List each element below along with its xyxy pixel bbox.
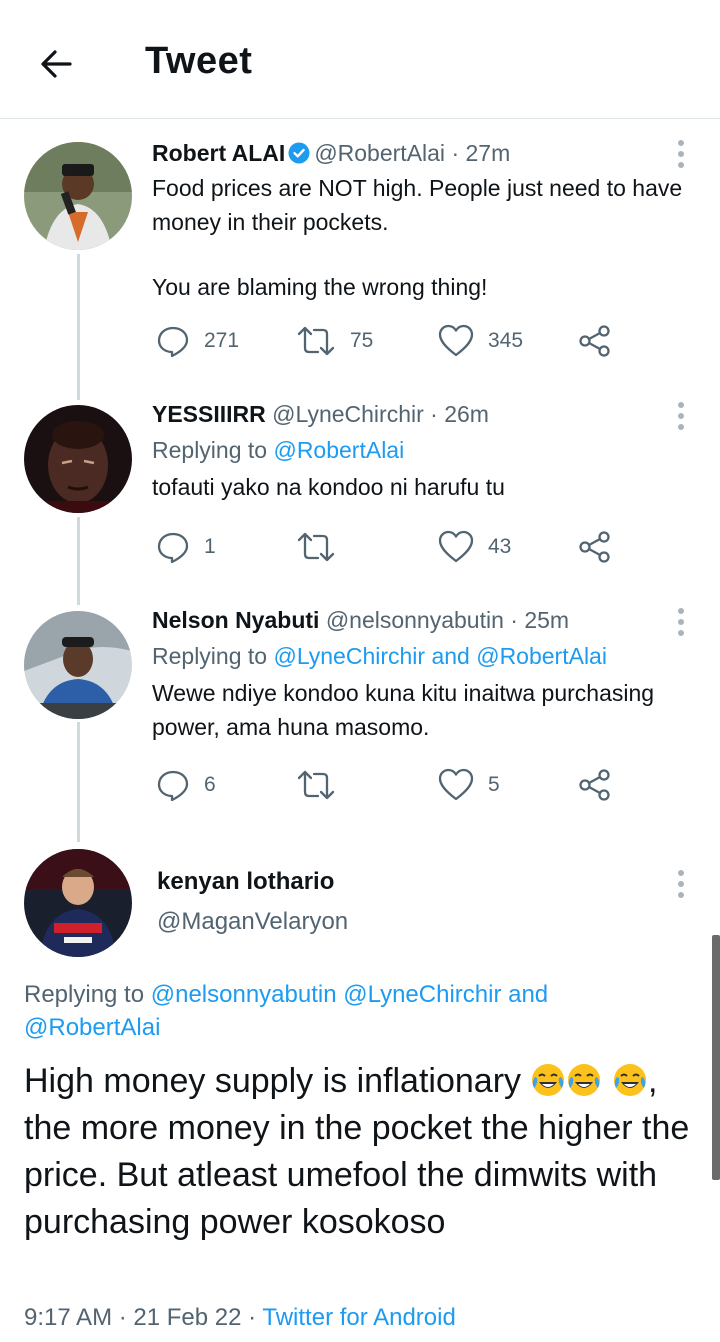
replying-to: Replying to @LyneChirchir and @RobertAla… — [152, 642, 692, 670]
tweet-text: Wewe ndiye kondoo kuna kitu inaitwa purc… — [152, 676, 692, 744]
tweet-text-part: High money supply is inflationary — [24, 1062, 522, 1100]
arrow-left-icon[interactable] — [36, 44, 76, 84]
reply-button[interactable]: 271 — [156, 321, 239, 361]
retweet-icon — [297, 532, 335, 562]
face-with-tears-of-joy-icon — [532, 1064, 565, 1096]
like-button[interactable]: 345 — [438, 321, 523, 361]
author-name[interactable]: YESSIIIRR — [152, 401, 266, 427]
tweet-actions: 6 5 — [156, 765, 636, 805]
author-handle[interactable]: @LyneChirchir — [272, 401, 424, 427]
more-options-icon[interactable] — [676, 608, 686, 638]
like-button[interactable]: 5 — [438, 765, 500, 805]
thread-connector — [77, 722, 80, 842]
replying-to-label: Replying to — [152, 437, 268, 463]
more-options-icon[interactable] — [676, 140, 686, 170]
reply-button[interactable]: 6 — [156, 765, 216, 805]
tweet-paragraph: Wewe ndiye kondoo kuna kitu inaitwa purc… — [152, 680, 655, 740]
retweet-button[interactable]: 75 — [296, 321, 373, 361]
author-handle[interactable]: @nelsonnyabutin — [326, 607, 504, 633]
scrollbar[interactable] — [712, 935, 720, 1180]
share-icon — [579, 531, 610, 563]
tweet-paragraph: Food prices are NOT high. People just ne… — [152, 175, 683, 235]
retweet-button[interactable] — [296, 765, 350, 805]
more-options-icon[interactable] — [676, 402, 686, 432]
timestamp: · 27m — [451, 140, 511, 166]
top-bar: Tweet — [0, 0, 720, 119]
like-count: 5 — [488, 773, 500, 796]
timestamp: · 25m — [510, 607, 570, 633]
face-with-tears-of-joy-icon — [568, 1064, 601, 1096]
reply-icon — [157, 532, 189, 564]
reply-button[interactable]: 1 — [156, 527, 216, 567]
author-handle[interactable]: @MaganVelaryon — [157, 908, 348, 936]
replying-to-label: Replying to — [152, 643, 268, 669]
tweet-date: 21 Feb 22 — [133, 1304, 242, 1331]
author-name[interactable]: Nelson Nyabuti — [152, 607, 319, 633]
tweet-actions: 271 75 345 — [156, 321, 636, 361]
tweet-text: High money supply is inflationary , the … — [24, 1058, 704, 1246]
replying-to: Replying to @RobertAlai — [152, 436, 692, 464]
replying-to-link[interactable]: @RobertAlai — [273, 437, 404, 463]
verified-badge-icon — [288, 142, 310, 164]
avatar[interactable] — [24, 405, 132, 513]
share-icon — [579, 769, 610, 801]
reply-icon — [157, 770, 189, 802]
share-button[interactable] — [578, 321, 626, 361]
face-with-tears-of-joy-icon — [613, 1064, 646, 1096]
tweet[interactable]: YESSIIIRR @LyneChirchir · 26m Replying t… — [152, 400, 692, 504]
reply-icon — [157, 326, 189, 358]
tweet-actions: 1 43 — [156, 527, 636, 567]
tweet[interactable]: Nelson Nyabuti @nelsonnyabutin · 25m Rep… — [152, 606, 692, 744]
tweet-paragraph: tofauti yako na kondoo ni harufu tu — [152, 474, 505, 500]
avatar[interactable] — [24, 849, 132, 957]
heart-icon — [438, 324, 474, 357]
reply-count: 6 — [204, 773, 216, 796]
share-button[interactable] — [578, 765, 626, 805]
reply-count: 271 — [204, 329, 240, 352]
tweet-time: 9:17 AM — [24, 1304, 113, 1331]
retweet-count: 75 — [350, 329, 374, 352]
page-title: Tweet — [145, 40, 253, 82]
share-button[interactable] — [578, 527, 626, 567]
tweet-text: Food prices are NOT high. People just ne… — [152, 171, 692, 304]
like-count: 345 — [488, 329, 524, 352]
tweet-paragraph: You are blaming the wrong thing! — [152, 274, 488, 300]
author-name[interactable]: kenyan lothario — [157, 868, 334, 896]
share-icon — [579, 325, 610, 357]
thread-connector — [77, 517, 80, 605]
like-count: 43 — [488, 535, 512, 558]
replying-to-link[interactable]: @LyneChirchir and @RobertAlai — [273, 643, 607, 669]
more-options-icon[interactable] — [676, 870, 686, 900]
like-button[interactable]: 43 — [438, 527, 511, 567]
author-name[interactable]: Robert ALAI — [152, 140, 285, 166]
reply-count: 1 — [204, 535, 216, 558]
replying-to-label: Replying to — [24, 981, 145, 1008]
author-handle[interactable]: @RobertAlai — [314, 140, 445, 166]
replying-to: Replying to @nelsonnyabutin @LyneChirchi… — [24, 978, 684, 1044]
tweet-source-link[interactable]: Twitter for Android — [262, 1304, 455, 1331]
avatar[interactable] — [24, 142, 132, 250]
replying-to-link[interactable]: @RobertAlai — [24, 1014, 160, 1041]
tweet-meta: 9:17 AM · 21 Feb 22 · Twitter for Androi… — [24, 1304, 456, 1331]
replying-to-link[interactable]: @nelsonnyabutin @LyneChirchir and — [151, 981, 548, 1008]
tweet[interactable]: Robert ALAI @RobertAlai · 27m Food prices… — [152, 139, 692, 304]
heart-icon — [438, 530, 474, 563]
retweet-icon — [297, 770, 335, 800]
avatar[interactable] — [24, 611, 132, 719]
retweet-button[interactable] — [296, 527, 350, 567]
thread-connector — [77, 254, 80, 400]
retweet-icon — [297, 326, 335, 356]
tweet-text: tofauti yako na kondoo ni harufu tu — [152, 470, 692, 504]
heart-icon — [438, 768, 474, 801]
timestamp: · 26m — [430, 401, 489, 427]
